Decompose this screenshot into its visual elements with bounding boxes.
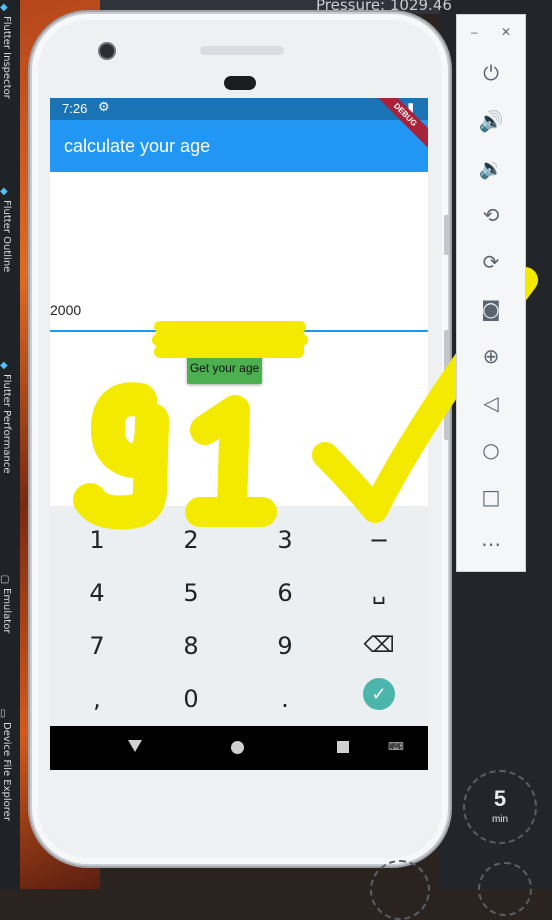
clock: 7:26 <box>62 101 88 116</box>
back-nav-icon[interactable]: ◁ <box>477 389 505 417</box>
key-7[interactable]: 7 <box>50 620 144 672</box>
close-icon[interactable]: ✕ <box>501 25 511 39</box>
result-text: you are 21 years old ... <box>156 332 304 354</box>
power-icon[interactable]: ⏻ <box>477 59 505 87</box>
device-screen: 7:26 ⚙ ▼ ▮ calculate your age DEBUG 2000… <box>50 98 428 770</box>
timer-gauge: 5 min <box>463 770 537 844</box>
emulator-toolbar: – ✕ ⏻ 🔊 🔉 ⟲ ⟳ ◙ ⊕ ◁ ○ □ ⋯ <box>456 14 526 572</box>
volume-rocker <box>444 330 450 440</box>
back-icon[interactable] <box>128 740 142 752</box>
key-0[interactable]: 0 <box>144 673 238 725</box>
side-tab-device-file-explorer[interactable]: Device File Explorer <box>1 722 12 821</box>
flutter-icon: ◆ <box>0 186 8 197</box>
front-camera <box>98 42 116 60</box>
gauge-unit: min <box>491 814 509 825</box>
get-age-button[interactable]: Get your age <box>187 352 262 384</box>
key-period[interactable]: . <box>238 673 332 725</box>
volume-down-icon[interactable]: 🔉 <box>477 154 505 182</box>
emulator-icon: ▢ <box>0 574 10 585</box>
device-icon: ▯ <box>0 708 6 719</box>
zoom-icon[interactable]: ⊕ <box>477 342 505 370</box>
gauge-value: 5 <box>493 786 507 811</box>
app-bar: calculate your age <box>50 120 428 172</box>
year-input[interactable]: 2000 <box>50 302 81 318</box>
key-9[interactable]: 9 <box>238 620 332 672</box>
camera-icon[interactable]: ◙ <box>477 295 505 323</box>
recents-icon[interactable] <box>337 741 349 753</box>
key-2[interactable]: 2 <box>144 514 238 566</box>
numeric-keyboard: 1 2 3 − 4 5 6 ␣ 7 8 9 ⌫ , 0 . ✓ <box>50 506 428 726</box>
side-tab-flutter-inspector[interactable]: Flutter Inspector <box>1 16 12 99</box>
more-icon[interactable]: ⋯ <box>477 530 505 558</box>
key-3[interactable]: 3 <box>238 514 332 566</box>
gauge-icon <box>478 862 532 916</box>
key-8[interactable]: 8 <box>144 620 238 672</box>
power-button <box>444 215 450 255</box>
status-bar: 7:26 ⚙ ▼ ▮ <box>50 98 428 120</box>
nav-bar: ⌨ <box>50 726 428 770</box>
key-1[interactable]: 1 <box>50 514 144 566</box>
side-tab-flutter-performance[interactable]: Flutter Performance <box>1 374 12 474</box>
side-tab-flutter-outline[interactable]: Flutter Outline <box>1 200 12 272</box>
keyboard-icon[interactable]: ⌨ <box>388 740 404 753</box>
flutter-icon: ◆ <box>0 360 8 371</box>
home-icon[interactable] <box>231 741 244 754</box>
rotate-right-icon[interactable]: ⟳ <box>477 248 505 276</box>
gauge-icon <box>370 860 430 920</box>
key-backspace[interactable]: ⌫ <box>332 620 426 672</box>
key-space[interactable]: ␣ <box>332 567 426 619</box>
rotate-left-icon[interactable]: ⟲ <box>477 201 505 229</box>
key-done[interactable]: ✓ <box>363 678 395 710</box>
side-tab-emulator[interactable]: Emulator <box>1 588 12 633</box>
key-5[interactable]: 5 <box>144 567 238 619</box>
flutter-icon: ◆ <box>0 2 8 13</box>
overview-icon[interactable]: □ <box>477 483 505 511</box>
page-title: calculate your age <box>64 136 211 156</box>
earpiece <box>200 46 284 55</box>
settings-icon: ⚙ <box>98 99 110 114</box>
key-6[interactable]: 6 <box>238 567 332 619</box>
home-nav-icon[interactable]: ○ <box>477 436 505 464</box>
key-4[interactable]: 4 <box>50 567 144 619</box>
minimize-icon[interactable]: – <box>471 25 478 39</box>
key-minus[interactable]: − <box>332 514 426 566</box>
volume-up-icon[interactable]: 🔊 <box>477 107 505 135</box>
key-comma[interactable]: , <box>50 673 144 725</box>
sensor <box>224 76 256 90</box>
